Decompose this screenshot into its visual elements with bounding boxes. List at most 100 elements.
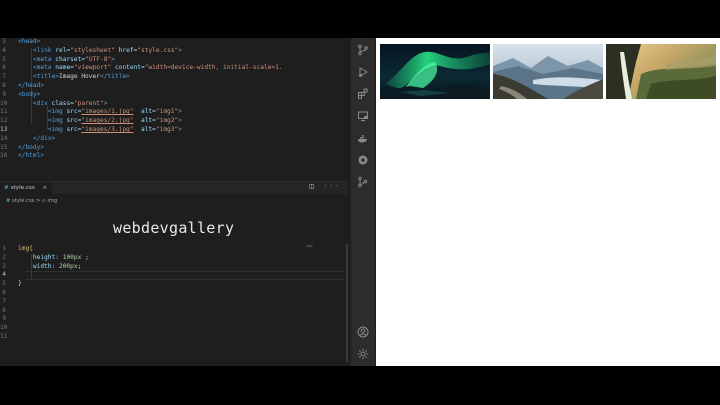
line-number: 1 [2, 245, 6, 252]
css-editor[interactable]: # style.css × ◫ ··· # style.css > ⬦ img w… [0, 181, 348, 366]
tab-style-css[interactable]: # style.css × [0, 182, 52, 194]
activity-bar [351, 38, 375, 366]
code-token: ; [77, 262, 82, 270]
close-icon[interactable]: × [42, 182, 47, 194]
code-token: height: [32, 253, 63, 261]
code-line[interactable]: 11 <img src="images/1.jpg" alt="img1"> [0, 108, 348, 117]
code-line[interactable]: 9 [0, 315, 348, 324]
code-line[interactable]: 5} [0, 280, 348, 289]
css-file-icon: # [4, 185, 9, 191]
breadcrumb[interactable]: # style.css > ⬦ img [6, 198, 57, 205]
code-line[interactable]: 3 <head> [0, 38, 348, 47]
code-line[interactable]: 8 [0, 307, 348, 316]
code-line[interactable]: 6 [0, 289, 348, 298]
line-number: 12 [0, 117, 8, 125]
code-token: alt= [140, 126, 156, 133]
code-line[interactable]: 11 [0, 333, 348, 342]
run-debug-icon[interactable] [357, 66, 369, 78]
code-token: "viewport" [73, 64, 112, 72]
code-token: class= [51, 99, 74, 107]
preview-image-2[interactable] [493, 44, 603, 99]
source-control-icon[interactable] [357, 44, 369, 56]
code-token: </head> [18, 82, 45, 89]
code-line[interactable]: 4 <link rel="stylesheet" href="style.css… [0, 47, 348, 56]
code-token: <img [47, 108, 63, 116]
line-number: 13 [0, 126, 8, 133]
line-number: 15 [0, 143, 8, 151]
code-line[interactable]: 7 <title>Image Hover</title> [0, 73, 348, 82]
line-number: 3 [2, 38, 6, 45]
line-number: 6 [2, 64, 6, 72]
code-line[interactable]: 15 </body> [0, 144, 348, 153]
code-token: "style.css" [137, 46, 179, 54]
html-editor[interactable]: 3 <head> 4 <link rel="stylesheet" href="s… [0, 38, 348, 181]
preview-image-3[interactable] [606, 44, 716, 99]
line-number: 7 [2, 73, 6, 81]
code-line[interactable]: 6 <meta name="viewport" content="width=d… [0, 64, 348, 73]
line-number: 6 [2, 289, 6, 296]
line-number: 4 [2, 271, 6, 279]
preview-image-1[interactable] [380, 44, 490, 99]
code-line[interactable]: 14 </div> [0, 135, 348, 144]
selector-icon: ⬦ [42, 198, 46, 204]
code-token: "width=device-width, initial-scale=1. [144, 64, 283, 72]
code-token: "stylesheet" [70, 46, 115, 54]
code-token: } [18, 280, 22, 288]
code-token: src= [66, 126, 82, 133]
line-number: 11 [0, 333, 8, 340]
code-token: <img [47, 126, 63, 133]
code-line[interactable]: 9 <body> [0, 91, 348, 100]
remote-explorer-icon[interactable] [357, 110, 369, 122]
code-token: <div [32, 99, 48, 107]
code-token[interactable]: "images/2.jpg" [81, 117, 133, 124]
browser-icon[interactable] [357, 154, 369, 166]
code-token: width: [32, 262, 59, 270]
code-token: > [178, 46, 182, 54]
code-token: charset= [55, 55, 86, 63]
code-token: "parent" [73, 99, 104, 107]
line-number: 9 [2, 90, 6, 98]
code-token[interactable]: "images/1.jpg" [81, 108, 133, 115]
code-line[interactable]: 10 [0, 324, 348, 333]
line-number: 4 [2, 46, 6, 54]
code-token: "img1" [155, 108, 179, 116]
code-token: src= [66, 117, 82, 125]
code-line[interactable]: 2 height: 100px ; [0, 254, 348, 263]
code-line[interactable]: 3 width: 200px; [0, 263, 348, 272]
code-token: <title> [32, 73, 59, 81]
code-token: <body> [18, 90, 41, 98]
git-graph-icon[interactable] [357, 176, 369, 188]
code-line[interactable]: 7 [0, 298, 348, 307]
breadcrumb-selector[interactable]: img [47, 198, 57, 204]
code-token: </body> [18, 143, 45, 151]
code-line[interactable]: 1 img{ [0, 245, 348, 254]
code-token: src= [66, 108, 82, 116]
code-line[interactable]: 12 <img src="images/2.jpg" alt="img2"> [0, 117, 348, 126]
code-token[interactable]: "images/3.jpg" [81, 126, 133, 133]
code-token: 200px [58, 262, 78, 270]
line-number: 11 [0, 108, 8, 116]
settings-gear-icon[interactable] [357, 348, 369, 360]
code-line[interactable]: 5 <meta charset="UTF-8"> [0, 56, 348, 65]
code-token: <img [47, 117, 63, 125]
line-number: 3 [2, 262, 6, 270]
code-line[interactable]: 8 </head> [0, 82, 348, 91]
code-token: <meta [32, 64, 52, 72]
breadcrumb-file[interactable]: style.css [12, 198, 34, 204]
split-editor-button[interactable]: ◫ ··· [309, 183, 342, 190]
account-icon[interactable] [357, 326, 369, 338]
docker-icon[interactable] [357, 132, 369, 144]
code-line[interactable]: 13 <img src="images/3.jpg" alt="img3"> [0, 126, 348, 135]
code-token: 100px [62, 253, 82, 261]
app-window: 3 <head> 4 <link rel="stylesheet" href="s… [0, 38, 720, 366]
line-number: 16 [0, 152, 8, 160]
line-number: 7 [2, 297, 6, 305]
code-token: Image Hover [58, 73, 100, 81]
code-token: img{ [18, 245, 33, 252]
code-line[interactable]: 10 <div class="parent"> [0, 100, 348, 109]
code-line[interactable]: 4 [0, 271, 348, 280]
extensions-icon[interactable] [357, 88, 369, 100]
code-token: href= [118, 46, 138, 54]
code-token: <head> [18, 38, 41, 45]
code-line[interactable]: 16 </html> [0, 152, 348, 161]
